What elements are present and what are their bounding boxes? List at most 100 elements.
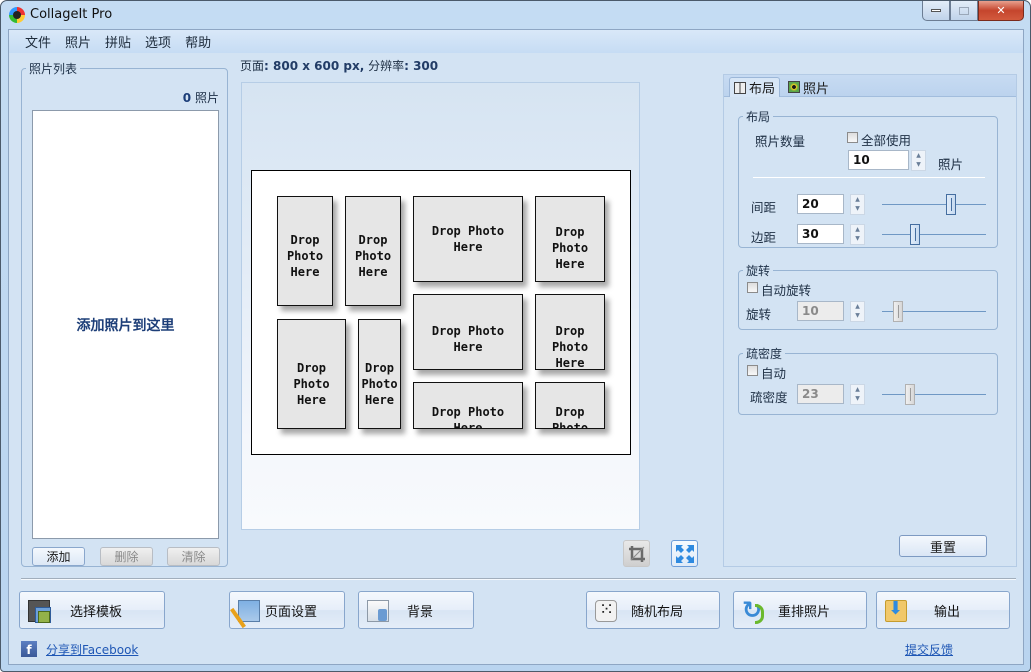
select-template-button[interactable]: 选择模板	[19, 591, 165, 629]
photo-slot[interactable]: Drop Photo Here	[345, 196, 401, 306]
reorder-icon	[742, 596, 764, 624]
background-button[interactable]: 背景	[358, 591, 474, 629]
spacing-spinner[interactable]: ▲ ▼	[850, 194, 865, 215]
spin-down-icon: ▼	[855, 395, 860, 403]
photo-slot[interactable]: Drop Photo Here	[535, 382, 605, 429]
export-button[interactable]: 输出	[876, 591, 1010, 629]
slot-label: Drop Photo Here	[431, 324, 505, 354]
margin-spinner[interactable]: ▲ ▼	[850, 224, 865, 245]
auto-density-checkbox[interactable]	[747, 365, 758, 376]
photo-slot[interactable]: Drop Photo Here	[413, 196, 523, 282]
close-button[interactable]: ✕	[978, 1, 1024, 21]
photo-slot[interactable]: Drop Photo Here	[413, 382, 523, 429]
rotation-input[interactable]: 10	[797, 301, 844, 321]
use-all-checkbox[interactable]	[847, 132, 858, 143]
spacing-slider-thumb[interactable]	[945, 194, 956, 215]
delete-photo-button[interactable]: 删除	[100, 547, 153, 566]
photo-count: 0 照片	[183, 89, 219, 106]
spin-up-icon: ▲	[916, 151, 921, 159]
app-logo-icon	[9, 7, 25, 23]
slot-label: Drop Photo Here	[431, 224, 505, 254]
photo-list-dropzone[interactable]: 添加照片到这里	[32, 110, 219, 539]
window-controls: ✕	[922, 1, 1024, 21]
dice-icon	[595, 599, 617, 622]
spin-down-icon: ▼	[855, 205, 860, 213]
tab-layout[interactable]: 布局	[729, 77, 781, 97]
density-slider-thumb[interactable]	[904, 384, 915, 405]
photo-slot[interactable]: Drop Photo Here	[413, 294, 523, 370]
clear-photos-button[interactable]: 清除	[167, 547, 220, 566]
photo-slot[interactable]: Drop Photo Here	[535, 294, 605, 370]
minimize-icon	[931, 9, 941, 12]
tab-layout-label: 布局	[749, 82, 776, 97]
settings-panel: 布局 照片 布局 照片数量 全部使用 10 ▲ ▼ 照片 间距 20 ▲ ▼ 边…	[723, 74, 1017, 567]
photo-slot[interactable]: Drop Photo Here	[535, 196, 605, 282]
share-facebook-link[interactable]: 分享到Facebook	[46, 641, 138, 658]
density-slider-track[interactable]	[882, 394, 986, 395]
rotation-label: 旋转	[746, 307, 772, 322]
auto-rotate-label: 自动旋转	[761, 283, 812, 298]
spin-down-icon: ▼	[916, 161, 921, 169]
margin-label: 边距	[751, 230, 777, 245]
photo-count-spinner[interactable]: ▲ ▼	[911, 150, 926, 171]
fit-to-window-icon	[675, 544, 694, 563]
tab-photo-label: 照片	[803, 81, 830, 97]
title-bar[interactable]: CollageIt Pro ✕	[1, 1, 1030, 29]
feedback-link[interactable]: 提交反馈	[905, 641, 953, 658]
minimize-button[interactable]	[922, 1, 950, 21]
photo-list-empty-hint: 添加照片到这里	[76, 317, 175, 334]
template-icon	[28, 600, 51, 623]
add-photo-button[interactable]: 添加	[32, 547, 85, 566]
margin-input[interactable]: 30	[797, 224, 844, 244]
spacing-slider-track[interactable]	[882, 204, 986, 205]
page-setup-button[interactable]: 页面设置	[229, 591, 345, 629]
slot-label: Drop Photo Here	[551, 324, 589, 370]
auto-rotate-checkbox[interactable]	[747, 282, 758, 293]
spacing-input[interactable]: 20	[797, 194, 844, 214]
layout-group: 布局 照片数量 全部使用 10 ▲ ▼ 照片 间距 20 ▲ ▼ 边距 30 ▲ ▼	[738, 108, 998, 248]
bottom-separator	[21, 578, 1016, 580]
photo-count-unit-label: 照片	[938, 157, 964, 172]
layout-separator	[753, 177, 985, 178]
menu-options[interactable]: 选项	[139, 32, 177, 51]
spin-up-icon: ▲	[855, 195, 860, 203]
menu-file[interactable]: 文件	[19, 32, 57, 51]
density-input[interactable]: 23	[797, 384, 844, 404]
slot-label: Drop Photo Here	[551, 225, 589, 271]
photo-count-input[interactable]: 10	[848, 150, 909, 170]
spin-up-icon: ▲	[855, 385, 860, 393]
menu-help[interactable]: 帮助	[179, 32, 217, 51]
close-icon: ✕	[996, 4, 1006, 17]
layout-group-legend: 布局	[746, 110, 771, 124]
rotation-group: 旋转 自动旋转 旋转 10 ▲ ▼	[738, 262, 998, 330]
settings-tabs: 布局 照片	[724, 75, 1016, 97]
rotation-slider-thumb[interactable]	[893, 301, 904, 322]
slot-label: Drop Photo Here	[361, 361, 398, 407]
facebook-icon: f	[21, 641, 37, 657]
rotation-spinner[interactable]: ▲ ▼	[850, 301, 865, 322]
margin-slider-track[interactable]	[882, 234, 986, 235]
maximize-button[interactable]	[950, 1, 978, 21]
crop-icon	[628, 545, 645, 562]
menu-photo[interactable]: 照片	[59, 32, 97, 51]
photo-slot[interactable]: Drop Photo Here	[358, 319, 401, 429]
random-layout-button[interactable]: 随机布局	[586, 591, 720, 629]
reset-button[interactable]: 重置	[899, 535, 987, 557]
photo-count-label: 照片数量	[755, 134, 806, 149]
margin-slider-thumb[interactable]	[910, 224, 921, 245]
photo-icon	[788, 81, 801, 93]
page-size-value: : 800 x 600 px,	[264, 59, 365, 73]
fit-to-window-button[interactable]	[671, 540, 698, 567]
menu-collage[interactable]: 拼贴	[99, 32, 137, 51]
photo-list-legend: 照片列表	[29, 62, 78, 76]
crop-button[interactable]	[623, 540, 650, 567]
canvas-area: Drop Photo Here Drop Photo Here Drop Pho…	[241, 82, 640, 530]
photo-slot[interactable]: Drop Photo Here	[277, 319, 346, 429]
density-group-legend: 疏密度	[746, 347, 783, 361]
reorder-photos-button[interactable]: 重排照片	[733, 591, 867, 629]
photo-count-unit: 照片	[194, 91, 219, 105]
collage-page[interactable]: Drop Photo Here Drop Photo Here Drop Pho…	[251, 170, 631, 455]
tab-photo[interactable]: 照片	[784, 77, 833, 97]
density-spinner[interactable]: ▲ ▼	[850, 384, 865, 405]
photo-slot[interactable]: Drop Photo Here	[277, 196, 333, 306]
